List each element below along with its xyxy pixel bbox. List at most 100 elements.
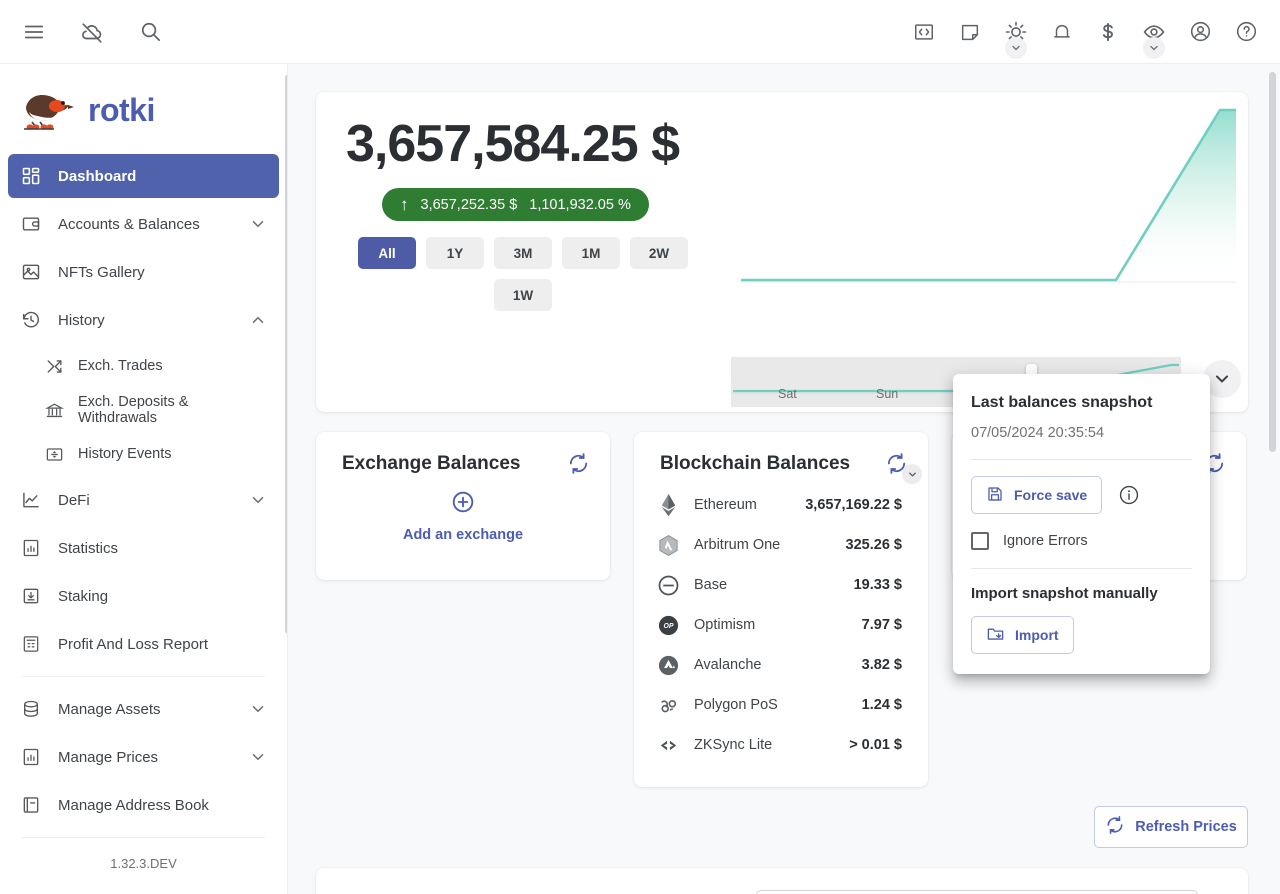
sidebar-item-exch-deposits-withdrawals[interactable]: Exch. Deposits & Withdrawals xyxy=(8,390,279,430)
refresh-icon xyxy=(1105,815,1125,839)
sidebar-item-label: Manage Prices xyxy=(58,748,159,766)
events-icon xyxy=(44,444,64,464)
sidebar-item-label: DeFi xyxy=(58,491,90,509)
import-section-title: Import snapshot manually xyxy=(971,585,1158,602)
chevron-down-icon[interactable] xyxy=(249,700,267,718)
cloud-off-icon[interactable] xyxy=(70,10,114,54)
refresh-prices-label: Refresh Prices xyxy=(1135,819,1237,835)
timeframe-1y[interactable]: 1Y xyxy=(426,237,484,269)
sidebar-item-label: History xyxy=(58,311,105,329)
download-box-icon xyxy=(20,585,42,607)
sidebar-item-defi[interactable]: DeFi xyxy=(8,478,279,522)
chevron-down-icon[interactable] xyxy=(902,464,922,484)
sidebar-item-statistics[interactable]: Statistics xyxy=(8,526,279,570)
import-button[interactable]: Import xyxy=(971,616,1074,654)
sidebar-item-exch-trades[interactable]: Exch. Trades xyxy=(8,346,279,386)
refresh-icon[interactable] xyxy=(567,452,590,475)
timeframe-3m[interactable]: 3M xyxy=(494,237,552,269)
last-balances-snapshot-popup: Last balances snapshot 07/05/2024 20:35:… xyxy=(953,374,1210,674)
sidebar-item-nfts-gallery[interactable]: NFTs Gallery xyxy=(8,250,279,294)
chart-tick-sat: Sat xyxy=(778,387,797,401)
search-input[interactable]: Search xyxy=(756,890,1198,894)
line-chart-icon xyxy=(20,489,42,511)
database-icon xyxy=(20,698,42,720)
assets-header: Assets Search xyxy=(316,868,1248,894)
app-root: rotki Dashboard Accounts & Balances NFTs… xyxy=(0,0,1280,894)
sidebar-item-label: Statistics xyxy=(58,539,119,557)
sun-theme-icon[interactable] xyxy=(994,10,1038,59)
info-circle-icon[interactable] xyxy=(1118,484,1140,506)
sidebar-item-manage-assets[interactable]: Manage Assets xyxy=(8,687,279,731)
asset-name: ZKSync Lite xyxy=(694,737,773,753)
table-row[interactable]: Ethereum 3,657,169.22 $ xyxy=(656,485,902,525)
table-row[interactable]: Polygon PoS 1.24 $ xyxy=(656,685,902,725)
ignore-errors-checkbox[interactable]: Ignore Errors xyxy=(971,532,1192,550)
brand-logo[interactable]: rotki xyxy=(0,64,287,154)
help-circle-icon[interactable] xyxy=(1224,10,1268,54)
sidebar-item-dashboard[interactable]: Dashboard xyxy=(8,154,279,198)
table-row[interactable]: ZKSync Lite > 0.01 $ xyxy=(656,725,902,765)
timeframe-selector: All 1Y 3M 1M 2W 1W xyxy=(358,237,688,311)
refresh-icon[interactable] xyxy=(885,452,922,484)
timeframe-all[interactable]: All xyxy=(358,237,416,269)
checkbox-box xyxy=(971,532,989,550)
timeframe-1m[interactable]: 1M xyxy=(562,237,620,269)
asset-name: Base xyxy=(694,577,728,593)
note-icon[interactable] xyxy=(948,10,992,54)
sidebar-item-manage-prices[interactable]: Manage Prices xyxy=(8,735,279,779)
sidebar-item-staking[interactable]: Staking xyxy=(8,574,279,618)
sidebar-item-label: NFTs Gallery xyxy=(58,263,145,281)
code-brackets-icon[interactable] xyxy=(902,10,946,54)
sidebar: rotki Dashboard Accounts & Balances NFTs… xyxy=(0,64,288,894)
sidebar-item-accounts-balances[interactable]: Accounts & Balances xyxy=(8,202,279,246)
bell-icon[interactable] xyxy=(1040,10,1084,54)
polygon-icon xyxy=(656,693,680,717)
chevron-down-icon[interactable] xyxy=(1143,36,1165,59)
popup-title: Last balances snapshot xyxy=(971,394,1153,411)
chevron-down-icon[interactable] xyxy=(249,748,267,766)
bar-chart-doc-icon xyxy=(20,746,42,768)
sidebar-item-manage-address-book[interactable]: Manage Address Book xyxy=(8,783,279,827)
plus-circle-icon xyxy=(450,489,476,519)
refresh-prices-button[interactable]: Refresh Prices xyxy=(1094,806,1248,848)
save-icon xyxy=(986,485,1004,506)
chevron-down-icon[interactable] xyxy=(1005,36,1027,59)
timeframe-1w[interactable]: 1W xyxy=(494,279,552,311)
arbitrum-icon xyxy=(656,533,680,557)
sidebar-item-history-events[interactable]: History Events xyxy=(8,434,279,474)
change-amount: 3,657,252.35 $ xyxy=(420,196,518,213)
arrow-up-icon: ↑ xyxy=(400,195,409,214)
sidebar-item-profit-and-loss-report[interactable]: Profit And Loss Report xyxy=(8,622,279,666)
sidebar-subitem-label: Exch. Deposits & Withdrawals xyxy=(78,394,189,426)
change-percent: 1,101,932.05 % xyxy=(529,196,631,213)
sidebar-subitem-label: Exch. Trades xyxy=(78,358,163,374)
asset-value: 3.82 $ xyxy=(861,657,902,673)
timeframe-2w[interactable]: 2W xyxy=(630,237,688,269)
sidebar-item-history[interactable]: History xyxy=(8,298,279,342)
sidebar-item-label: Manage Assets xyxy=(58,700,161,718)
table-row[interactable]: OP Optimism 7.97 $ xyxy=(656,605,902,645)
card-title: Blockchain Balances xyxy=(660,452,851,474)
eye-icon[interactable] xyxy=(1132,10,1176,59)
base-icon xyxy=(656,573,680,597)
sidebar-divider-bottom xyxy=(22,837,265,838)
table-row[interactable]: Arbitrum One 325.26 $ xyxy=(656,525,902,565)
main-scrollbar[interactable] xyxy=(1269,72,1276,452)
chevron-down-icon[interactable] xyxy=(249,491,267,509)
force-save-button[interactable]: Force save xyxy=(971,476,1103,514)
chevron-down-icon[interactable] xyxy=(249,215,267,233)
popup-divider-2 xyxy=(971,568,1192,569)
popup-force-save-row: Force save xyxy=(971,476,1192,514)
menu-icon[interactable] xyxy=(12,10,56,54)
chevron-up-icon[interactable] xyxy=(249,311,267,329)
add-exchange-button[interactable]: Add an exchange xyxy=(316,489,610,543)
asset-value: 1.24 $ xyxy=(861,697,902,713)
table-row[interactable]: Base 19.33 $ xyxy=(656,565,902,605)
card-title: Exchange Balances xyxy=(342,452,521,474)
account-circle-icon[interactable] xyxy=(1178,10,1222,54)
dollar-icon[interactable] xyxy=(1086,10,1130,54)
search-icon[interactable] xyxy=(128,10,172,54)
report-icon xyxy=(20,633,42,655)
table-row[interactable]: Avalanche 3.82 $ xyxy=(656,645,902,685)
popup-divider-1 xyxy=(971,459,1192,460)
